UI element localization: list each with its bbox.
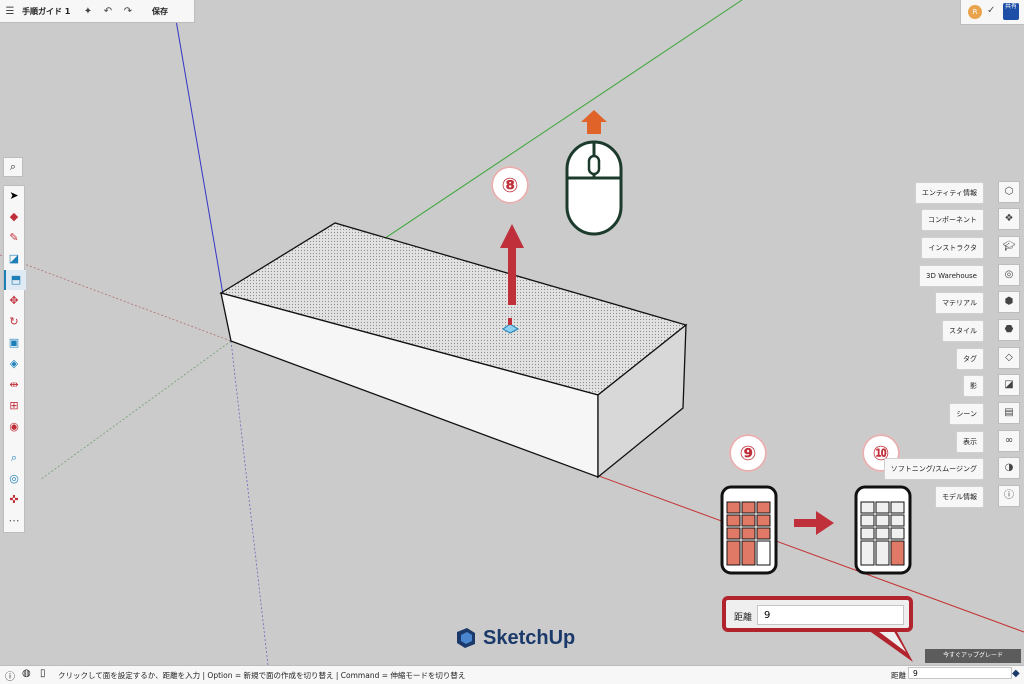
distance-callout: 距離 9 — [722, 596, 913, 632]
avatar[interactable]: R — [968, 5, 982, 19]
scroll-up-arrow-icon — [581, 110, 607, 134]
display-icon[interactable]: ∞ — [998, 430, 1020, 452]
transition-arrow-icon — [794, 511, 834, 535]
help-icon[interactable]: ⓘ — [5, 668, 15, 683]
undo-icon[interactable]: ↶ — [98, 6, 118, 17]
notification-icon[interactable]: ✓ — [987, 5, 995, 16]
pencil-tool-icon[interactable]: ✎ — [4, 228, 24, 248]
shadow-icon[interactable]: ◪ — [998, 374, 1020, 396]
callout-distance-field: 9 — [757, 605, 904, 625]
select-tool-icon[interactable]: ➤ — [4, 186, 24, 206]
rectangle-tool-icon[interactable]: ◪ — [4, 249, 24, 269]
viewport-canvas[interactable] — [0, 0, 1024, 683]
sketchup-logo: SketchUp — [453, 626, 575, 650]
share-button[interactable]: 共有 — [1003, 3, 1019, 20]
callout-label: 距離 — [734, 613, 753, 623]
red-axis-negative — [0, 254, 232, 342]
sketchup-status-icon[interactable]: ◆ — [1012, 668, 1020, 679]
panel-label-styles[interactable]: スタイル — [942, 320, 984, 342]
keypad-illustration-after — [854, 485, 912, 575]
material-icon[interactable]: ⬢ — [998, 291, 1020, 313]
panel-label-instructor[interactable]: インストラクタ — [921, 237, 984, 259]
scale-tool-icon[interactable]: ▣ — [4, 333, 24, 353]
document-title[interactable]: 手順ガイド 1 — [20, 6, 78, 17]
step-9-badge: ⑨ — [729, 434, 767, 472]
panel-label-entity-info[interactable]: エンティティ情報 — [914, 182, 984, 204]
measurement-box[interactable]: 9 — [908, 667, 1012, 679]
pull-arrow-head — [500, 224, 524, 248]
instructor-icon[interactable]: 🎓︎ — [998, 236, 1020, 258]
eraser-tool-icon[interactable]: ◆ — [4, 207, 24, 227]
status-bar: ⓘ ◍ ▯ クリックして面を設定するか、距離を入力 | Option = 新規で… — [0, 665, 1024, 684]
push-pull-tool-icon[interactable]: ⬒ — [4, 270, 26, 290]
panel-label-scenes[interactable]: シーン — [949, 403, 984, 425]
panel-label-model-info[interactable]: モデル情報 — [935, 486, 984, 508]
hamburger-icon[interactable]: ☰ — [0, 6, 20, 17]
panel-label-smoothing[interactable]: ソフトニング/スムージング — [883, 458, 984, 480]
panel-label-materials[interactable]: マテリアル — [935, 292, 984, 314]
panel-label-tags[interactable]: タグ — [956, 348, 984, 370]
info-icon[interactable]: ⓘ — [998, 485, 1020, 507]
panel-label-shadows[interactable]: 影 — [963, 375, 984, 397]
scene-icon[interactable]: ▤ — [998, 402, 1020, 424]
more-tools-icon[interactable]: ⋯ — [4, 511, 24, 531]
cube-icon[interactable]: ⬡ — [998, 181, 1020, 203]
position-camera-tool-icon[interactable]: ✜ — [4, 490, 24, 510]
paint-bucket-tool-icon[interactable]: ◈ — [4, 354, 24, 374]
step-8-badge: ⑧ — [491, 166, 529, 204]
move-tool-icon[interactable]: ✥ — [4, 291, 24, 311]
sparkle-icon[interactable]: ✦ — [78, 6, 98, 17]
walk-tool-icon[interactable]: ◉ — [4, 417, 24, 437]
style-icon[interactable]: ⬣ — [998, 319, 1020, 341]
top-toolbar: ☰ 手順ガイド 1 ✦ ↶ ↷ 保存 — [0, 0, 195, 23]
warehouse-icon[interactable]: ◎ — [998, 264, 1020, 286]
keypad-illustration-before — [720, 485, 778, 575]
orbit-tool-icon[interactable]: ◎ — [4, 469, 24, 489]
tape-measure-tool-icon[interactable]: ⇹ — [4, 375, 24, 395]
search-icon[interactable]: ⌕ — [3, 157, 23, 177]
save-button[interactable]: 保存 — [138, 6, 168, 17]
tool-palette: ➤ ◆ ✎ ◪ ⬒ ✥ ↻ ▣ ◈ ⇹ ⊞ ◉ ⌕ ◎ ✜ ⋯ — [3, 185, 26, 533]
status-message: クリックして面を設定するか、距離を入力 | Option = 新規で面の作成を切… — [58, 671, 466, 680]
redo-icon[interactable]: ↷ — [118, 6, 138, 17]
blue-axis-negative — [230, 340, 269, 666]
panel-label-components[interactable]: コンポーネント — [921, 209, 984, 231]
pull-arrow-shaft — [508, 245, 516, 305]
tag-icon[interactable]: ◇ — [998, 347, 1020, 369]
rotate-tool-icon[interactable]: ↻ — [4, 312, 24, 332]
logo-text: SketchUp — [483, 626, 576, 649]
green-axis-negative — [39, 340, 232, 481]
zoom-tool-icon[interactable]: ⌕ — [4, 448, 24, 468]
upgrade-button[interactable]: 今すぐアップグレード — [925, 649, 1021, 663]
panel-label-3d-warehouse[interactable]: 3D Warehouse — [919, 265, 984, 287]
smoothing-icon[interactable]: ◑ — [998, 457, 1020, 479]
measurement-label: 距離 — [891, 671, 906, 680]
mouse-icon[interactable]: ▯ — [40, 668, 46, 679]
section-plane-tool-icon[interactable]: ⊞ — [4, 396, 24, 416]
sketchup-logo-icon — [457, 628, 475, 648]
mouse-illustration — [565, 110, 623, 236]
panel-label-display[interactable]: 表示 — [956, 431, 984, 453]
components-icon[interactable]: ❖ — [998, 208, 1020, 230]
globe-icon[interactable]: ◍ — [22, 668, 31, 679]
